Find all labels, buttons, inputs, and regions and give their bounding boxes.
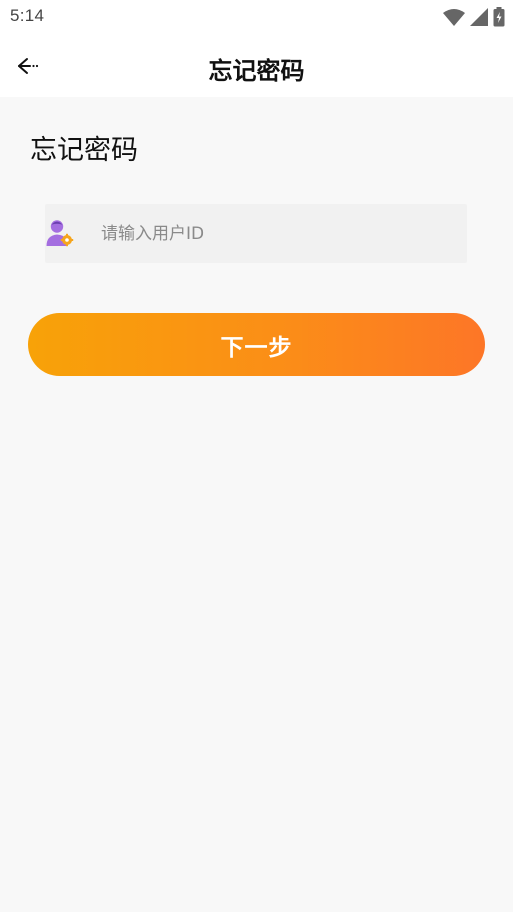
wifi-icon: [443, 8, 465, 26]
form-heading: 忘记密码: [30, 135, 138, 166]
status-bar: 5:14: [0, 0, 513, 34]
battery-charging-icon: [493, 7, 505, 27]
page-title: 忘记密码: [208, 57, 305, 85]
user-id-input[interactable]: [101, 204, 461, 263]
cell-signal-icon: [470, 8, 488, 26]
user-id-field: [45, 204, 467, 263]
status-time: 5:14: [10, 6, 45, 25]
user-settings-icon: [46, 220, 74, 247]
next-button[interactable]: 下一步: [28, 313, 485, 376]
app-bar: 忘记密码: [0, 34, 513, 97]
status-icons: [443, 6, 505, 28]
